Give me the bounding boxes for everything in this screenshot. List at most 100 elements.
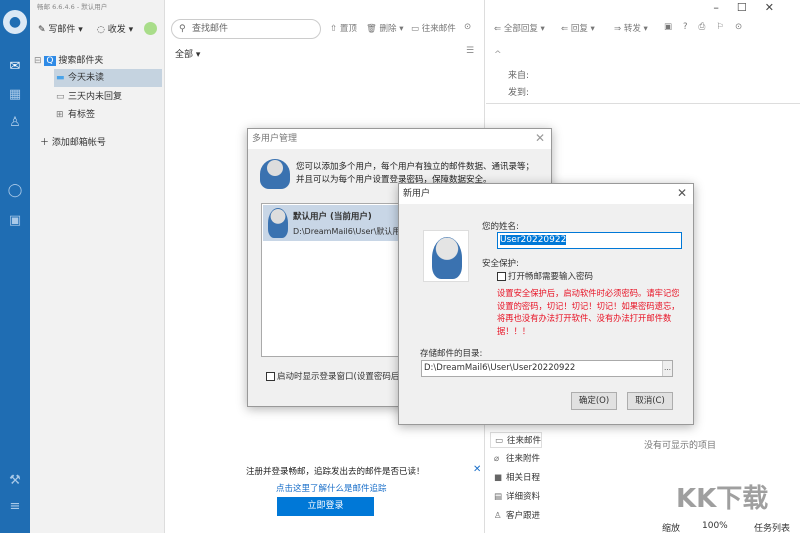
- note-icon[interactable]: ▣: [5, 212, 25, 230]
- side-tab-label: 详细资料: [506, 492, 541, 502]
- side-tab-attachments[interactable]: ⌀ 往来附件: [490, 451, 542, 467]
- dir-value: D:\DreamMail6\User\User20220922: [424, 363, 576, 373]
- calendar-icon: ▭: [56, 92, 65, 102]
- side-tab-details[interactable]: ▤ 详细资料: [490, 489, 542, 505]
- user-avatar-icon: [268, 208, 288, 238]
- tag-grid-icon: ⊞: [56, 110, 64, 120]
- search-placeholder: 查找邮件: [192, 24, 229, 34]
- promo-link[interactable]: 点击这里了解什么是邮件追踪: [276, 482, 387, 494]
- paperclip-icon: ⌀: [494, 454, 500, 464]
- browse-button[interactable]: …: [662, 361, 672, 376]
- mail-icon: ▭: [495, 436, 504, 446]
- close-icon[interactable]: ✕: [677, 186, 687, 200]
- print-icon[interactable]: ⎙: [699, 22, 717, 32]
- close-icon[interactable]: ✕: [765, 1, 792, 14]
- maximize-icon[interactable]: ☐: [737, 1, 765, 14]
- forward-button[interactable]: ⇒ 转发 ▾: [614, 22, 648, 34]
- folder-unreplied[interactable]: ▭ 三天内未回复: [54, 88, 162, 106]
- security-warning: 设置安全保护后，启动软件时必须密码。请牢记您设置的密码，切记！切记！切记！如果密…: [497, 288, 680, 336]
- promo-banner: 注册并登录畅邮，追踪发出去的邮件是否已读！ ✕ 点击这里了解什么是邮件追踪 立即…: [166, 462, 485, 522]
- divider: [486, 103, 800, 104]
- more-icon[interactable]: ⊙: [464, 22, 471, 32]
- name-input[interactable]: User20220922: [497, 232, 682, 249]
- compose-button[interactable]: ✎ 写邮件 ▾: [38, 22, 83, 35]
- menu-icon[interactable]: ≡: [5, 498, 25, 516]
- mail-icon[interactable]: ✉: [5, 58, 25, 76]
- collapse-icon[interactable]: ^: [494, 50, 502, 60]
- to-label: 发到:: [508, 88, 530, 98]
- app-title: 畅邮 6.6.4.6 - 默认用户: [37, 3, 108, 11]
- sync-status-icon: [144, 22, 157, 35]
- dir-input[interactable]: D:\DreamMail6\User\User20220922 …: [421, 360, 673, 377]
- empty-message: 没有可显示的项目: [644, 441, 717, 451]
- search-input[interactable]: ⚲ 查找邮件: [171, 19, 321, 39]
- ok-button[interactable]: 确定(O): [571, 392, 617, 410]
- user-path: D:\DreamMail6\User\默认用户\: [293, 227, 412, 236]
- pin-button[interactable]: ⇧ 置顶: [330, 22, 357, 34]
- add-account-button[interactable]: ＋ 添加邮箱帐号: [40, 135, 106, 148]
- name-label: 您的姓名:: [482, 222, 519, 232]
- promo-close-icon[interactable]: ✕: [473, 464, 481, 475]
- reply-label: 回复: [570, 24, 588, 34]
- add-account-label: 添加邮箱帐号: [51, 138, 106, 148]
- new-user-dialog: 新用户 ✕ 您的姓名: User20220922 安全保护: 打开畅邮需要输入密…: [398, 183, 694, 425]
- side-tab-schedule[interactable]: ■ 相关日程: [490, 470, 542, 486]
- startup-login-checkbox[interactable]: 启动时显示登录窗口(设置密码后一定: [266, 370, 416, 382]
- filter-dropdown[interactable]: 全部 ▾: [175, 47, 200, 60]
- folder-label: 有标签: [68, 110, 96, 120]
- pin-label: 置顶: [339, 24, 357, 34]
- user-avatar-icon: [423, 230, 469, 282]
- delete-label: 删除: [379, 24, 397, 34]
- calendar-icon[interactable]: ▦: [5, 86, 25, 104]
- checkbox-label: 打开畅邮需要输入密码: [508, 272, 594, 282]
- person-icon: ♙: [494, 511, 502, 521]
- translate-icon[interactable]: ▣: [664, 22, 683, 32]
- receive-button[interactable]: ◌ 收发 ▾: [97, 22, 133, 35]
- users-icon: [260, 159, 290, 189]
- related-mail-button[interactable]: ▭ 往来邮件: [411, 22, 456, 34]
- dialog-title: 新用户: [399, 184, 693, 204]
- status-tasks[interactable]: 任务列表: [754, 521, 790, 534]
- minimize-icon[interactable]: –: [713, 1, 737, 14]
- flag-icon[interactable]: ⚐: [716, 22, 735, 32]
- dir-label: 存储邮件的目录:: [420, 349, 483, 359]
- compose-label: 写邮件: [48, 25, 76, 35]
- search-root-label: 搜索邮件夹: [58, 56, 104, 66]
- window-controls: –☐✕: [713, 1, 792, 14]
- side-tab-followup[interactable]: ♙ 客户跟进: [490, 508, 542, 524]
- forward-label: 转发: [623, 24, 641, 34]
- search-folder-root[interactable]: ⊟ Q 搜索邮件夹: [34, 53, 103, 66]
- folder-tagged[interactable]: ⊞ 有标签: [54, 106, 162, 124]
- security-label: 安全保护:: [482, 259, 519, 269]
- wrench-icon[interactable]: ⚒: [5, 472, 25, 490]
- reply-all-label: 全部回复: [503, 24, 538, 34]
- delete-button[interactable]: 🗑 删除 ▾: [366, 22, 403, 34]
- reader-icons: ▣?⎙⚐⊙: [664, 22, 753, 32]
- bulb-icon[interactable]: ◯: [5, 182, 25, 200]
- cancel-button[interactable]: 取消(C): [627, 392, 673, 410]
- side-tab-related-mail[interactable]: ▭ 往来邮件: [490, 432, 542, 448]
- status-zoom[interactable]: 100%: [702, 521, 728, 531]
- reply-button[interactable]: ⇐ 回复 ▾: [561, 22, 595, 34]
- folder-today-unread[interactable]: ▬ 今天未读: [54, 69, 162, 87]
- name-value: User20220922: [500, 235, 567, 245]
- sort-icon[interactable]: ☰: [466, 46, 474, 56]
- checkbox-label: 启动时显示登录窗口(设置密码后一定: [277, 372, 417, 382]
- dialog-title: 多用户管理: [248, 129, 551, 149]
- filter-label: 全部: [175, 50, 194, 60]
- close-icon[interactable]: ✕: [535, 131, 545, 145]
- reply-all-button[interactable]: ⇐ 全部回复 ▾: [494, 22, 545, 34]
- receive-label: 收发: [107, 25, 126, 35]
- side-tab-label: 往来邮件: [507, 436, 542, 446]
- mail-icon: ▬: [56, 73, 65, 83]
- from-label: 来自:: [508, 71, 530, 81]
- watermark-logo: KK下载: [676, 484, 769, 514]
- more-icon[interactable]: ⊙: [735, 22, 753, 32]
- side-tab-label: 往来附件: [506, 454, 541, 464]
- login-button[interactable]: 立即登录: [277, 497, 374, 516]
- avatar[interactable]: ●: [3, 10, 27, 34]
- password-checkbox[interactable]: 打开畅邮需要输入密码: [497, 270, 593, 282]
- help-icon[interactable]: ?: [683, 22, 699, 32]
- user-name: 默认用户 (当前用户): [293, 212, 372, 222]
- contacts-icon[interactable]: ♙: [5, 114, 25, 132]
